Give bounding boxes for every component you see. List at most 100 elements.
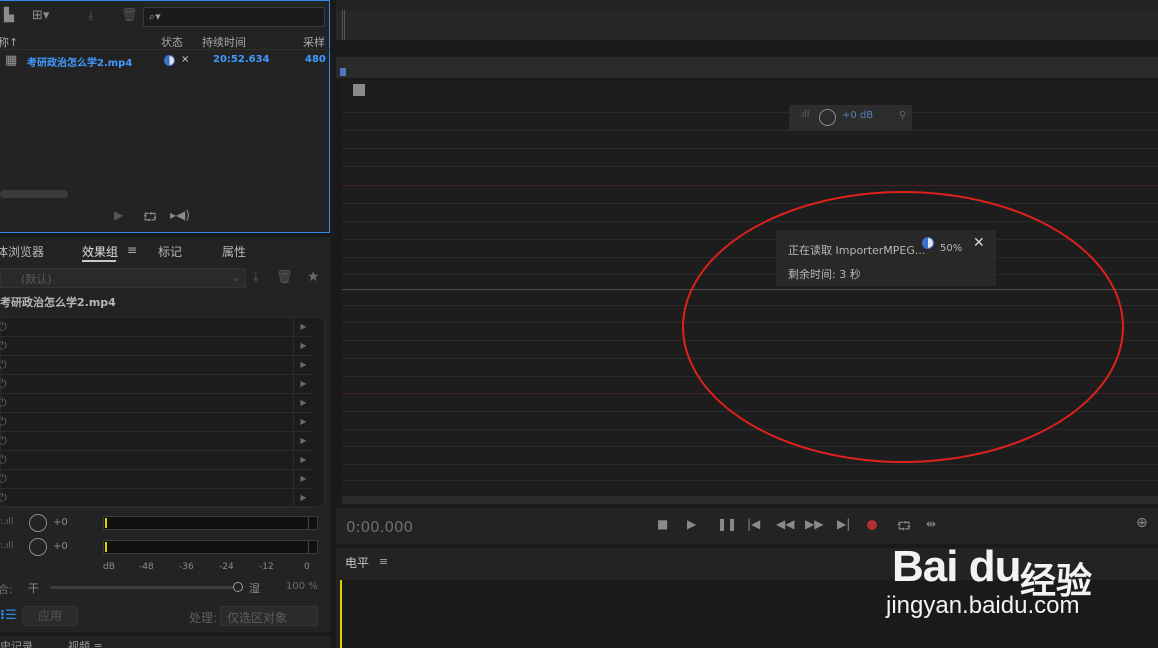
tab-menu-icon[interactable]: ≡: [127, 243, 137, 257]
process-label: 处理:: [189, 611, 218, 625]
effect-slot[interactable]: ⏻ ▶: [0, 356, 313, 375]
slot-menu-arrow-icon[interactable]: ▶: [293, 413, 313, 431]
column-duration[interactable]: 持续时间: [202, 34, 246, 50]
effect-slot[interactable]: ⏻ ▶: [0, 394, 313, 413]
slot-menu-arrow-icon[interactable]: ▶: [293, 375, 313, 393]
panel-menu-icon[interactable]: ≡: [379, 555, 388, 568]
slot-menu-arrow-icon[interactable]: ▶: [293, 394, 313, 412]
effect-slot[interactable]: ⏻ ▶: [0, 489, 313, 508]
skip-silence-icon[interactable]: ⇹: [926, 517, 936, 531]
column-name[interactable]: 称↑: [0, 34, 18, 50]
tab-effects-rack[interactable]: 效果组: [82, 243, 118, 260]
editor-scrollbar[interactable]: [342, 496, 1158, 504]
tab-properties[interactable]: 属性: [222, 243, 246, 260]
rack-list-icon[interactable]: ⁝☰: [0, 608, 17, 623]
mix-slider[interactable]: [50, 586, 236, 589]
tab-history[interactable]: 史记录: [0, 638, 33, 648]
new-file-icon[interactable]: ⊞▾: [32, 8, 49, 23]
slot-menu-arrow-icon[interactable]: ▶: [293, 470, 313, 488]
slot-menu-arrow-icon[interactable]: ▶: [293, 318, 313, 336]
tab-markers[interactable]: 标记: [158, 243, 182, 260]
mix-wet-label: 湿: [249, 582, 260, 595]
output-gain-value: +0: [53, 541, 68, 552]
power-icon[interactable]: ⏻: [0, 396, 7, 410]
power-icon[interactable]: ⏻: [0, 472, 7, 486]
tab-video[interactable]: 视频 ≡: [68, 638, 103, 648]
insert-icon[interactable]: ⤓: [88, 8, 94, 23]
effects-tabs: 体浏览器 效果组 ≡ 标记 属性: [0, 237, 330, 264]
effect-slot[interactable]: ⏻ ▶: [0, 451, 313, 470]
output-gain-knob[interactable]: [29, 538, 47, 556]
trash-icon[interactable]: 🗑: [121, 8, 138, 23]
signal-bars-icon: :.ıll: [0, 541, 14, 551]
power-icon[interactable]: ⏻: [0, 358, 7, 372]
power-icon[interactable]: ⏻: [0, 415, 7, 429]
column-sample-rate[interactable]: 采样: [303, 34, 325, 50]
db-scale-label: dB: [103, 562, 115, 572]
apply-button[interactable]: 应用: [22, 606, 78, 626]
rewind-icon[interactable]: ◀◀: [776, 517, 794, 531]
overview-track[interactable]: [336, 10, 1158, 40]
files-toolbar: ▙ ⊞▾ ⤓ 🗑 ⌕▾: [0, 0, 330, 32]
save-preset-icon[interactable]: ⤓: [253, 270, 259, 285]
open-file-icon[interactable]: ▙: [4, 8, 14, 23]
level-panel-title: 电平: [345, 556, 370, 570]
fade-handle[interactable]: [353, 84, 365, 96]
play-icon[interactable]: ▶: [687, 517, 696, 531]
loop-icon[interactable]: ⮔: [143, 208, 157, 229]
playhead-marker[interactable]: [340, 68, 346, 76]
effect-slot[interactable]: ⏻ ▶: [0, 337, 313, 356]
effect-slot[interactable]: ⏻ ▶: [0, 413, 313, 432]
slot-menu-arrow-icon[interactable]: ▶: [293, 356, 313, 374]
power-icon[interactable]: ⏻: [0, 320, 7, 334]
effect-slot[interactable]: ⏻ ▶: [0, 375, 313, 394]
watermark-url: jingyan.baidu.com: [886, 592, 1080, 619]
table-row[interactable]: ▦ 考研政治怎么学2.mp4 × 20:52.634 480: [0, 52, 330, 70]
mix-dry-label: 干: [28, 582, 39, 595]
tab-media-browser[interactable]: 体浏览器: [0, 243, 44, 260]
slot-menu-arrow-icon[interactable]: ▶: [293, 489, 313, 507]
annotation-ellipse: [682, 191, 1124, 463]
watermark-baidu-logo: Bai du: [892, 542, 1021, 591]
input-gain-knob[interactable]: [29, 514, 47, 532]
effect-slot[interactable]: ⏻ ▶: [0, 432, 313, 451]
stop-icon[interactable]: ■: [657, 517, 668, 531]
hud-gain-value: +0 dB: [842, 110, 874, 121]
zoom-in-icon[interactable]: ⊕: [1136, 515, 1148, 531]
preset-select[interactable]: (默认) ⌄: [0, 268, 246, 288]
slot-menu-arrow-icon[interactable]: ▶: [293, 337, 313, 355]
search-input[interactable]: ⌕▾: [143, 7, 325, 27]
autoplay-speaker-icon[interactable]: ▸◀): [170, 208, 190, 222]
hud-gain-knob[interactable]: [819, 109, 836, 126]
record-icon[interactable]: [867, 520, 877, 530]
power-icon[interactable]: ⏻: [0, 377, 7, 391]
effect-slot[interactable]: ⏻ ▶: [0, 470, 313, 489]
loop-icon[interactable]: ⮔: [897, 517, 911, 538]
favorite-star-icon[interactable]: ★: [307, 269, 320, 285]
play-icon[interactable]: ▶: [114, 208, 123, 222]
mix-slider-handle[interactable]: [233, 582, 243, 592]
bottom-left-tabs: 史记录 视频 ≡: [0, 636, 330, 648]
pause-icon[interactable]: ❚❚: [717, 517, 737, 531]
skip-back-icon[interactable]: |◀: [747, 517, 760, 531]
skip-forward-icon[interactable]: ▶|: [837, 517, 850, 531]
power-icon[interactable]: ⏻: [0, 434, 7, 448]
power-icon[interactable]: ⏻: [0, 491, 7, 505]
power-icon[interactable]: ⏻: [0, 339, 7, 353]
column-status[interactable]: 状态: [161, 34, 183, 50]
db-scale-tick: -48: [139, 562, 154, 572]
fast-forward-icon[interactable]: ▶▶: [805, 517, 823, 531]
power-icon[interactable]: ⏻: [0, 453, 7, 467]
file-close-icon[interactable]: ×: [181, 54, 189, 65]
slot-menu-arrow-icon[interactable]: ▶: [293, 451, 313, 469]
effect-slot[interactable]: ⏻ ▶: [0, 318, 313, 337]
overview-cursor[interactable]: [342, 10, 345, 40]
delete-preset-icon[interactable]: 🗑: [276, 270, 293, 285]
file-name: 考研政治怎么学2.mp4: [27, 58, 133, 69]
slot-menu-arrow-icon[interactable]: ▶: [293, 432, 313, 450]
pin-icon[interactable]: ⚲: [899, 110, 906, 121]
files-scrollbar[interactable]: [0, 190, 68, 198]
timeline-ruler[interactable]: [336, 57, 1158, 79]
preset-value: (默认): [21, 273, 52, 286]
process-select[interactable]: 仅选区对象: [220, 606, 318, 626]
